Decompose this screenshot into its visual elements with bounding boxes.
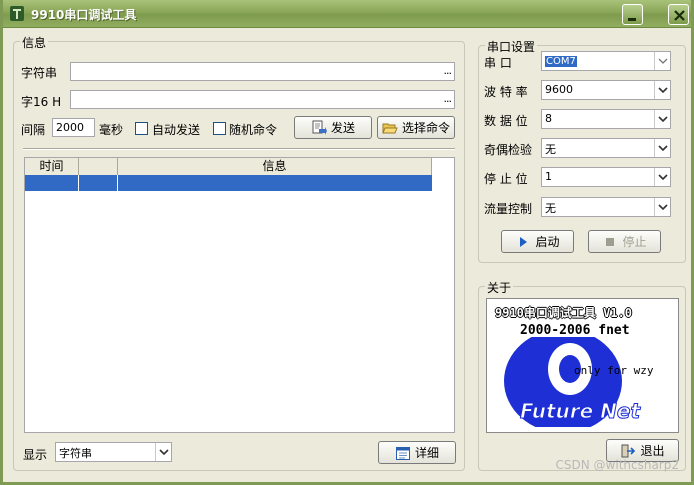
about-title-text: 9910串口调试工具 V1.0 — [495, 306, 633, 320]
auto-send-label: 自动发送 — [152, 123, 201, 137]
table-cell — [118, 175, 432, 191]
random-cmd-label: 随机命令 — [229, 123, 278, 137]
info-group-title: 信息 — [20, 34, 49, 51]
stop-button-label: 停止 — [622, 235, 647, 249]
choose-command-button[interactable]: 选择命令 — [377, 116, 455, 139]
calendar-icon — [395, 446, 410, 460]
play-icon — [520, 236, 528, 247]
start-button-label: 启动 — [535, 235, 560, 249]
about-copyright-text: 2000-2006 fnet — [520, 323, 630, 338]
display-label: 显示 — [23, 448, 48, 462]
ms-label: 毫秒 — [99, 123, 124, 137]
string-ellipsis-button[interactable]: ... — [444, 64, 452, 77]
interval-input[interactable]: 2000 — [52, 118, 95, 137]
start-button[interactable]: 启动 — [501, 230, 574, 253]
table-row[interactable] — [25, 175, 432, 191]
chevron-down-icon[interactable] — [155, 443, 171, 461]
port-select[interactable]: COM7 — [541, 51, 671, 71]
chevron-down-icon[interactable] — [654, 52, 670, 70]
hex-label: 字16 H — [21, 95, 62, 109]
string-input[interactable]: ... — [70, 62, 455, 81]
baud-rate-select[interactable]: 9600 — [541, 80, 671, 100]
display-select[interactable]: 字符串 — [55, 442, 172, 462]
string-label: 字符串 — [21, 66, 58, 80]
minimize-icon — [628, 18, 636, 21]
minimize-button[interactable] — [622, 4, 643, 25]
folder-open-icon — [382, 123, 398, 133]
stop-icon — [606, 237, 615, 246]
column-header-info[interactable]: 信息 — [118, 158, 432, 175]
port-label: 串 口 — [484, 56, 512, 70]
about-owner-text: only for wzy — [574, 364, 654, 377]
app-icon — [10, 6, 24, 21]
send-icon — [312, 120, 327, 135]
about-banner: 9910串口调试工具 V1.0 2000-2006 fnet only for … — [486, 298, 679, 433]
choose-command-button-label: 选择命令 — [401, 121, 450, 135]
display-select-value: 字符串 — [59, 447, 92, 460]
parity-select[interactable]: 无 — [541, 138, 671, 158]
port-settings-title: 串口设置 — [485, 38, 538, 55]
stop-bits-select[interactable]: 1 — [541, 167, 671, 187]
detail-button[interactable]: 详细 — [378, 441, 456, 464]
data-bits-value: 8 — [545, 112, 552, 125]
send-button[interactable]: 发送 — [294, 116, 372, 139]
about-group-title: 关于 — [485, 279, 514, 296]
chevron-down-icon[interactable] — [654, 81, 670, 99]
column-header-time[interactable]: 时间 — [25, 158, 79, 175]
stop-bits-label: 停 止 位 — [484, 172, 528, 186]
hex-ellipsis-button[interactable]: ... — [444, 92, 452, 105]
window-title: 9910串口调试工具 — [31, 8, 137, 22]
table-cell — [79, 175, 118, 191]
hex-input[interactable]: ... — [70, 90, 455, 109]
chevron-down-icon[interactable] — [654, 168, 670, 186]
chevron-down-icon[interactable] — [654, 110, 670, 128]
separator — [23, 148, 455, 150]
title-bar[interactable]: 9910串口调试工具 — [3, 0, 691, 28]
detail-button-label: 详细 — [414, 446, 439, 460]
baud-rate-label: 波 特 率 — [484, 85, 528, 99]
auto-send-checkbox[interactable] — [135, 122, 148, 135]
flow-control-label: 流量控制 — [484, 202, 533, 216]
stop-button[interactable]: 停止 — [588, 230, 661, 253]
data-bits-select[interactable]: 8 — [541, 109, 671, 129]
message-list[interactable]: 时间 信息 — [24, 157, 455, 433]
list-header: 时间 信息 — [25, 158, 432, 175]
data-bits-label: 数 据 位 — [484, 114, 528, 128]
app-window: 9910串口调试工具 信息 字符串 ... 字16 H ... 间隔 2000 … — [0, 0, 694, 485]
exit-button-label: 退出 — [640, 444, 665, 458]
flow-control-value: 无 — [545, 202, 556, 215]
port-select-value: COM7 — [545, 56, 577, 67]
table-cell — [25, 175, 79, 191]
parity-value: 无 — [545, 143, 556, 156]
parity-label: 奇偶检验 — [484, 143, 533, 157]
close-button[interactable] — [668, 4, 689, 25]
flow-control-select[interactable]: 无 — [541, 197, 671, 217]
watermark-text: CSDN @withcsharp2 — [555, 458, 679, 472]
chevron-down-icon[interactable] — [654, 198, 670, 216]
close-icon — [674, 10, 685, 21]
stop-bits-value: 1 — [545, 170, 552, 183]
futurenet-logo-text: Future Net — [519, 399, 641, 424]
send-button-label: 发送 — [330, 121, 355, 135]
column-header-blank[interactable] — [79, 158, 118, 175]
chevron-down-icon[interactable] — [654, 139, 670, 157]
interval-label: 间隔 — [21, 123, 46, 137]
baud-rate-value: 9600 — [545, 83, 573, 96]
exit-door-icon — [621, 444, 636, 457]
random-cmd-checkbox[interactable] — [213, 122, 226, 135]
